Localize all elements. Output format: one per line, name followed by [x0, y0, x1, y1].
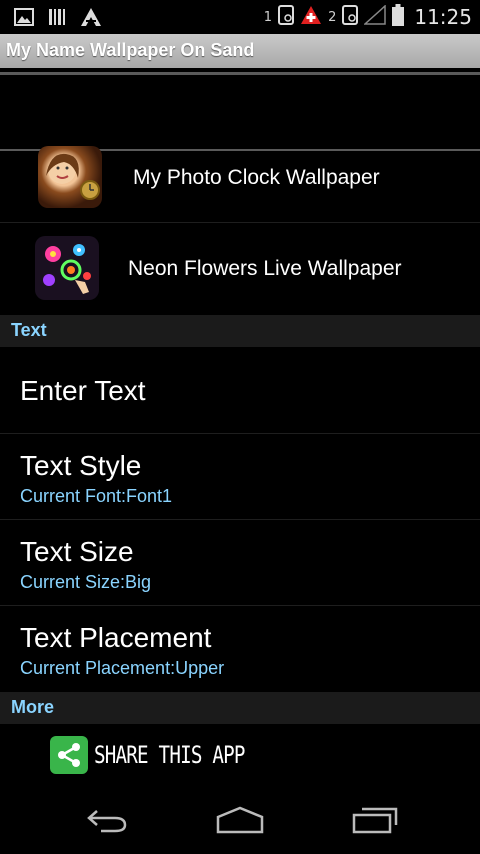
recent-apps-button[interactable] — [345, 802, 405, 842]
back-icon — [83, 805, 131, 839]
promo-app-neon-flowers[interactable]: Neon Flowers Live Wallpaper — [0, 223, 480, 315]
clock: 11:25 — [414, 5, 472, 29]
app-title-bar: My Name Wallpaper On Sand — [0, 34, 480, 68]
promo-app-photo-clock[interactable]: My Photo Clock Wallpaper — [0, 146, 480, 222]
status-bar: 1 2 11:25 — [0, 0, 480, 34]
section-header-text: Text — [0, 315, 480, 347]
promo-app-label: Neon Flowers Live Wallpaper — [128, 257, 402, 280]
neon-flowers-app-icon — [35, 236, 99, 300]
phone-sim2-icon — [342, 5, 359, 29]
ad-area — [0, 76, 480, 150]
divider — [0, 72, 480, 75]
photo-clock-app-icon — [38, 146, 102, 208]
pref-title: Enter Text — [20, 375, 146, 406]
navigation-bar — [0, 790, 480, 854]
pref-title: Text Style — [20, 450, 142, 481]
home-button[interactable] — [210, 802, 270, 842]
pref-title: Text Placement — [20, 622, 212, 653]
sim1-label: 1 — [263, 9, 273, 25]
pref-text-style[interactable]: Text Style Current Font:Font1 — [0, 434, 480, 519]
picture-icon — [14, 8, 34, 30]
pref-summary: Current Font:Font1 — [20, 486, 173, 506]
pref-title: Text Size — [20, 536, 134, 567]
app-title: My Name Wallpaper On Sand — [6, 40, 255, 60]
share-app-button[interactable]: SHARE THIS APP — [50, 736, 282, 774]
section-title: More — [11, 697, 55, 717]
section-title: Text — [11, 320, 47, 340]
battery-icon — [392, 4, 405, 30]
share-icon — [50, 736, 88, 774]
section-header-more: More — [0, 692, 480, 724]
share-label: SHARE THIS APP — [94, 741, 245, 769]
recent-apps-icon — [350, 805, 400, 839]
pref-summary: Current Size:Big — [20, 572, 152, 592]
arrow-logo-icon — [80, 7, 102, 31]
signal-icon — [363, 4, 387, 29]
pref-summary: Current Placement:Upper — [20, 658, 225, 678]
phone-sim1-icon — [278, 5, 295, 29]
promo-app-label: My Photo Clock Wallpaper — [133, 166, 380, 189]
sim2-label: 2 — [328, 9, 337, 25]
pref-text-placement[interactable]: Text Placement Current Placement:Upper — [0, 606, 480, 692]
barcode-icon — [48, 8, 66, 30]
home-icon — [214, 805, 266, 839]
first-aid-icon — [300, 5, 322, 29]
pref-text-size[interactable]: Text Size Current Size:Big — [0, 520, 480, 605]
pref-enter-text[interactable]: Enter Text — [0, 347, 480, 433]
back-button[interactable] — [77, 802, 137, 842]
